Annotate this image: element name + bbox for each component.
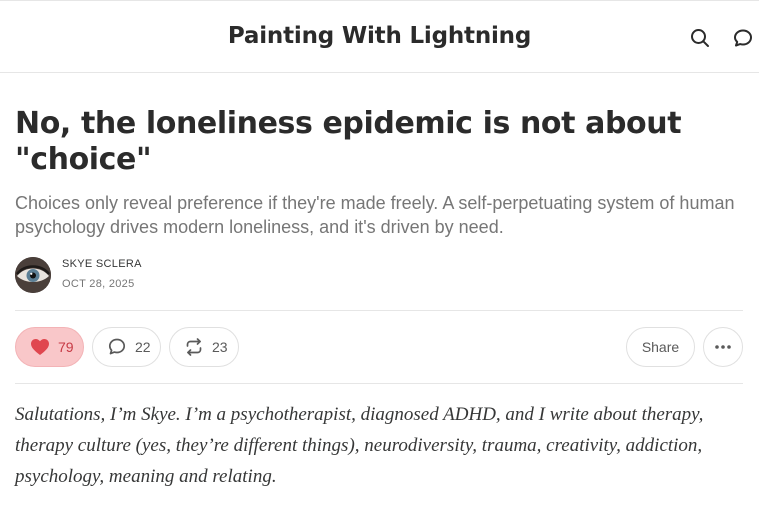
comment-icon bbox=[107, 337, 127, 357]
ellipsis-icon bbox=[714, 344, 732, 350]
like-count: 79 bbox=[58, 339, 74, 355]
top-bar: Painting With Lightning bbox=[0, 0, 759, 73]
avatar[interactable] bbox=[15, 257, 51, 293]
post-date: OCT 28, 2025 bbox=[62, 278, 135, 290]
comments-button[interactable]: 22 bbox=[92, 327, 161, 367]
publication-title[interactable]: Painting With Lightning bbox=[0, 23, 759, 49]
heart-icon bbox=[30, 338, 50, 356]
restack-button[interactable]: 23 bbox=[169, 327, 239, 367]
divider bbox=[15, 310, 743, 311]
like-button[interactable]: 79 bbox=[15, 327, 84, 367]
share-label: Share bbox=[641, 339, 680, 355]
post-title: No, the loneliness epidemic is not about… bbox=[15, 106, 682, 177]
search-icon[interactable] bbox=[689, 27, 711, 49]
author-name[interactable]: SKYE SCLERA bbox=[62, 258, 142, 270]
post-subtitle: Choices only reveal preference if they'r… bbox=[15, 193, 735, 237]
restack-count: 23 bbox=[212, 339, 228, 355]
more-options-button[interactable] bbox=[703, 327, 743, 367]
eye-avatar-image bbox=[15, 257, 51, 293]
comment-count: 22 bbox=[135, 339, 151, 355]
divider bbox=[15, 383, 743, 384]
share-button[interactable]: Share bbox=[626, 327, 695, 367]
chat-bubble-icon[interactable] bbox=[732, 27, 754, 49]
restack-icon bbox=[184, 337, 204, 357]
post-body-intro: Salutations, I’m Skye. I’m a psychothera… bbox=[15, 404, 704, 487]
